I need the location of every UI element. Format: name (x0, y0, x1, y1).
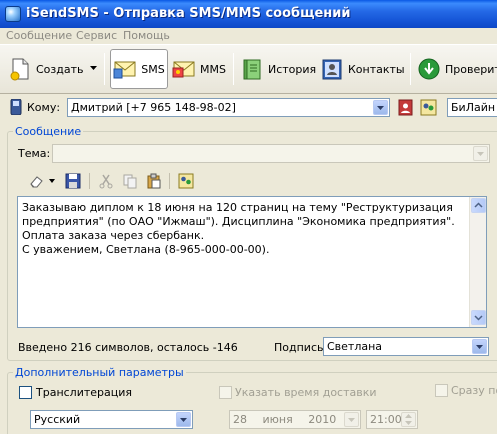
chevron-down-icon (473, 146, 488, 161)
create-dropdown-icon[interactable] (90, 66, 97, 70)
immediately-label: Сразу пок (451, 384, 497, 397)
eraser-dropdown-icon[interactable] (49, 179, 55, 183)
mms-label: MMS (200, 62, 226, 76)
mms-envelope-icon (172, 61, 195, 78)
message-body: Заказываю диплом к 18 июня на 120 страни… (22, 201, 455, 256)
time-value: 21:00 (370, 413, 402, 426)
menu-service[interactable]: Сервис (76, 29, 117, 42)
group-contacts-icon[interactable] (420, 99, 437, 116)
new-document-icon (10, 58, 29, 81)
create-label: Создать (36, 62, 84, 76)
insert-contact-icon[interactable] (177, 172, 195, 190)
check-label: Проверит (445, 62, 497, 76)
history-book-icon (243, 59, 261, 80)
spin-icon (401, 412, 416, 427)
chevron-down-icon[interactable] (472, 339, 487, 354)
app-icon (5, 6, 21, 22)
signature-select[interactable]: Светлана (323, 337, 489, 356)
operator-field[interactable]: БиЛайн (447, 98, 497, 117)
delivery-time-spinner: 21:00 (366, 410, 418, 429)
date-day: 28 (233, 413, 247, 426)
contacts-label: Контакты (348, 62, 405, 76)
sms-envelope-icon (113, 61, 136, 79)
chevron-down-icon (344, 412, 359, 427)
title-bar: iSendSMS - Отправка SMS/MMS сообщений (0, 0, 497, 28)
delivery-date-picker: 28 июня 2010 (229, 410, 361, 429)
subject-label: Тема: (18, 147, 51, 160)
message-group-title: Сообщение (13, 125, 84, 138)
paste-icon[interactable] (145, 172, 163, 190)
recipient-value: Дмитрий [+7 965 148-98-02] (71, 101, 236, 114)
signature-label: Подпись (274, 341, 324, 354)
language-value: Русский (34, 413, 81, 426)
copy-icon (121, 172, 139, 190)
window-title: iSendSMS - Отправка SMS/MMS сообщений (26, 6, 351, 21)
recipient-row: Кому: Дмитрий [+7 965 148-98-02] БиЛайн (0, 95, 497, 121)
date-year: 2010 (308, 413, 337, 426)
transliteration-checkbox[interactable] (19, 386, 32, 399)
delivery-time-checkbox (219, 386, 232, 399)
check-globe-icon (418, 58, 440, 80)
chevron-down-icon[interactable] (176, 412, 191, 427)
create-button[interactable]: Создать (8, 49, 84, 89)
cut-icon (97, 172, 115, 190)
scroll-up-icon[interactable] (471, 198, 486, 213)
char-counter: Введено 216 символов, осталось -146 (18, 341, 238, 354)
history-button[interactable]: История (240, 49, 316, 89)
menu-message[interactable]: Сообщение (6, 29, 72, 42)
subject-input[interactable] (52, 144, 490, 163)
sms-button[interactable]: SMS (110, 49, 168, 89)
language-select[interactable]: Русский (30, 410, 193, 429)
check-button[interactable]: Проверит (417, 49, 497, 89)
recipient-label: Кому: (27, 101, 61, 114)
save-icon[interactable] (64, 172, 82, 190)
eraser-icon[interactable] (27, 172, 45, 190)
operator-value: БиЛайн (451, 101, 496, 114)
history-label: История (268, 62, 317, 76)
mms-button[interactable]: MMS (172, 49, 226, 89)
date-month: июня (262, 413, 293, 426)
contacts-book-icon (322, 59, 342, 80)
menu-bar: Сообщение Сервис Помощь (0, 28, 497, 44)
phone-icon (10, 99, 22, 115)
recipient-select[interactable]: Дмитрий [+7 965 148-98-02] (67, 98, 390, 117)
transliteration-label: Транслитерация (36, 386, 133, 399)
signature-value: Светлана (327, 340, 383, 353)
address-book-icon[interactable] (397, 99, 414, 116)
immediately-checkbox (435, 384, 448, 397)
delivery-time-label: Указать время доставки (235, 386, 377, 399)
toolbar: Создать SMS MMS История Контакты Провери… (0, 44, 497, 94)
scroll-down-icon[interactable] (471, 310, 486, 325)
menu-help[interactable]: Помощь (123, 29, 170, 42)
contacts-button[interactable]: Контакты (320, 49, 405, 89)
chevron-down-icon[interactable] (373, 100, 388, 115)
message-scrollbar[interactable] (469, 197, 486, 327)
sms-label: SMS (141, 62, 165, 76)
message-textarea[interactable]: Заказываю диплом к 18 июня на 120 страни… (17, 196, 487, 328)
options-group-title: Дополнительный параметры (13, 366, 186, 379)
